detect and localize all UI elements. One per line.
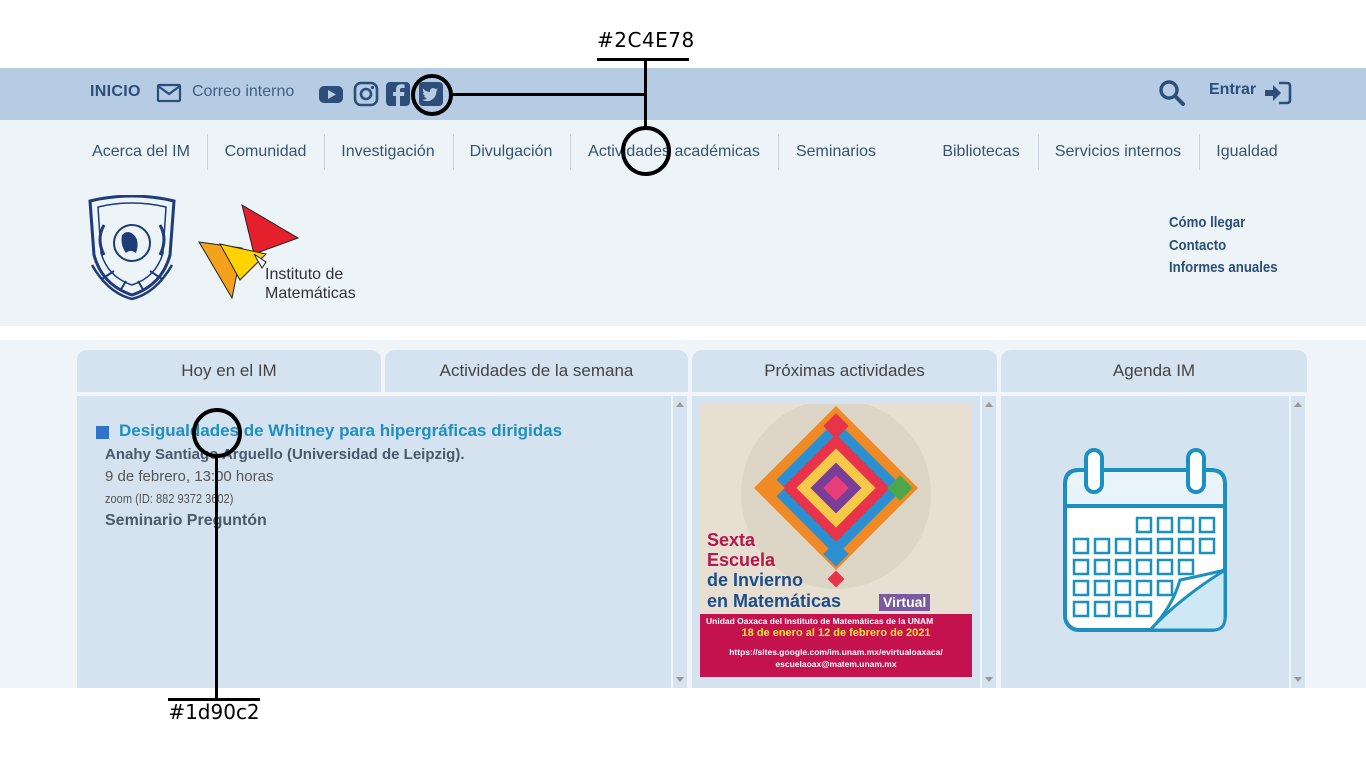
main-nav: Acerca del IM Comunidad Investigación Di… bbox=[76, 134, 1296, 170]
scroll-down-arrow[interactable] bbox=[985, 677, 993, 682]
tab-actividades-de-la-semana[interactable]: Actividades de la semana bbox=[385, 350, 688, 392]
scrollbar-upcoming[interactable] bbox=[982, 396, 996, 688]
top-header-bar: INICIO Correo interno Entrar bbox=[0, 68, 1366, 120]
poster-contact: https://sites.google.com/im.unam.mx/evir… bbox=[700, 646, 972, 670]
callout-line-horizontal-top bbox=[452, 93, 646, 96]
youtube-icon[interactable] bbox=[318, 81, 344, 107]
scroll-up-arrow[interactable] bbox=[1294, 402, 1302, 407]
search-icon[interactable] bbox=[1158, 78, 1186, 108]
callout-circle-nav bbox=[621, 126, 671, 176]
annotation-label-top: #2C4E78 bbox=[597, 28, 695, 52]
poster-line-3: de Invierno bbox=[707, 570, 804, 590]
winter-school-poster[interactable]: Sexta Escuela de Invierno en Matemáticas… bbox=[700, 404, 972, 677]
poster-line-4: en Matemáticas bbox=[707, 591, 842, 611]
nav-divulgacion[interactable]: Divulgación bbox=[454, 134, 568, 170]
logo-line-2: Matemáticas bbox=[265, 285, 356, 302]
scroll-down-arrow[interactable] bbox=[676, 677, 684, 682]
side-links: Cómo llegar Contacto Informes anuales bbox=[1169, 212, 1292, 280]
nav-seminarios[interactable]: Seminarios bbox=[779, 134, 893, 170]
callout-circle-event-title bbox=[192, 408, 242, 458]
callout-line-vertical-top bbox=[644, 60, 647, 128]
nav-actividades-academicas[interactable]: Actividades académicas bbox=[571, 134, 777, 170]
facebook-icon[interactable] bbox=[385, 81, 411, 107]
nav-acerca-del-im[interactable]: Acerca del IM bbox=[76, 134, 206, 170]
event-speaker: Anahy Santiago Arguello (Universidad de … bbox=[105, 446, 465, 463]
event-series: Seminario Preguntón bbox=[105, 512, 267, 529]
nav-investigacion[interactable]: Investigación bbox=[325, 134, 451, 170]
poster-info-bar: Unidad Oaxaca del Instituto de Matemátic… bbox=[700, 614, 972, 677]
poster-line-2: Escuela bbox=[707, 550, 776, 570]
scroll-up-arrow[interactable] bbox=[985, 402, 993, 407]
poster-url: https://sites.google.com/im.unam.mx/evir… bbox=[729, 647, 943, 657]
event-title-link[interactable]: Desigualdades de Whitney para hipergráfi… bbox=[119, 421, 562, 441]
poster-dates: 18 de enero al 12 de febrero de 2021 bbox=[741, 627, 931, 639]
nav-comunidad[interactable]: Comunidad bbox=[208, 134, 323, 170]
event-bullet bbox=[96, 426, 109, 439]
nav-area: Acerca del IM Comunidad Investigación Di… bbox=[0, 120, 1366, 326]
sign-in-icon[interactable] bbox=[1264, 80, 1292, 106]
callout-line-vertical-bottom bbox=[215, 456, 218, 700]
contacto-link[interactable]: Contacto bbox=[1169, 235, 1278, 258]
como-llegar-link[interactable]: Cómo llegar bbox=[1169, 212, 1278, 235]
poster-email: escuelaoax@matem.unam.mx bbox=[775, 659, 897, 669]
callout-circle-twitter bbox=[411, 74, 453, 116]
scrollbar-today[interactable] bbox=[673, 396, 687, 688]
poster-unit: Unidad Oaxaca del Instituto de Matemátic… bbox=[706, 616, 934, 626]
mail-icon[interactable] bbox=[156, 82, 182, 104]
annotation-underline-top bbox=[597, 58, 689, 61]
logo-line-1: Instituto de bbox=[265, 266, 344, 283]
poster-line-1: Sexta bbox=[707, 530, 756, 550]
tab-hoy-en-el-im[interactable]: Hoy en el IM bbox=[77, 350, 381, 392]
page: #2C4E78 INICIO Correo interno Entrar Ace… bbox=[0, 0, 1366, 768]
inicio-link[interactable]: INICIO bbox=[90, 83, 141, 101]
entrar-link[interactable]: Entrar bbox=[1209, 81, 1256, 99]
scroll-up-arrow[interactable] bbox=[676, 402, 684, 407]
logo-text: Instituto de Matemáticas bbox=[265, 265, 356, 303]
tab-proximas-actividades[interactable]: Próximas actividades bbox=[692, 350, 997, 392]
event-date: 9 de febrero, 13:00 horas bbox=[105, 468, 274, 485]
annotation-label-bottom: #1d90c2 bbox=[168, 700, 260, 724]
calendar-icon[interactable] bbox=[1060, 448, 1230, 634]
unam-logo[interactable] bbox=[84, 195, 180, 301]
informes-anuales-link[interactable]: Informes anuales bbox=[1169, 257, 1278, 280]
instagram-icon[interactable] bbox=[353, 81, 379, 107]
nav-bibliotecas[interactable]: Bibliotecas bbox=[931, 134, 1031, 170]
correo-interno-link[interactable]: Correo interno bbox=[192, 83, 294, 101]
poster-virtual-tag: Virtual bbox=[879, 594, 931, 611]
nav-servicios-internos[interactable]: Servicios internos bbox=[1039, 134, 1197, 170]
scrollbar-agenda[interactable] bbox=[1291, 396, 1305, 688]
nav-igualdad[interactable]: Igualdad bbox=[1200, 134, 1294, 170]
tab-agenda-im[interactable]: Agenda IM bbox=[1001, 350, 1307, 392]
scroll-down-arrow[interactable] bbox=[1294, 677, 1302, 682]
